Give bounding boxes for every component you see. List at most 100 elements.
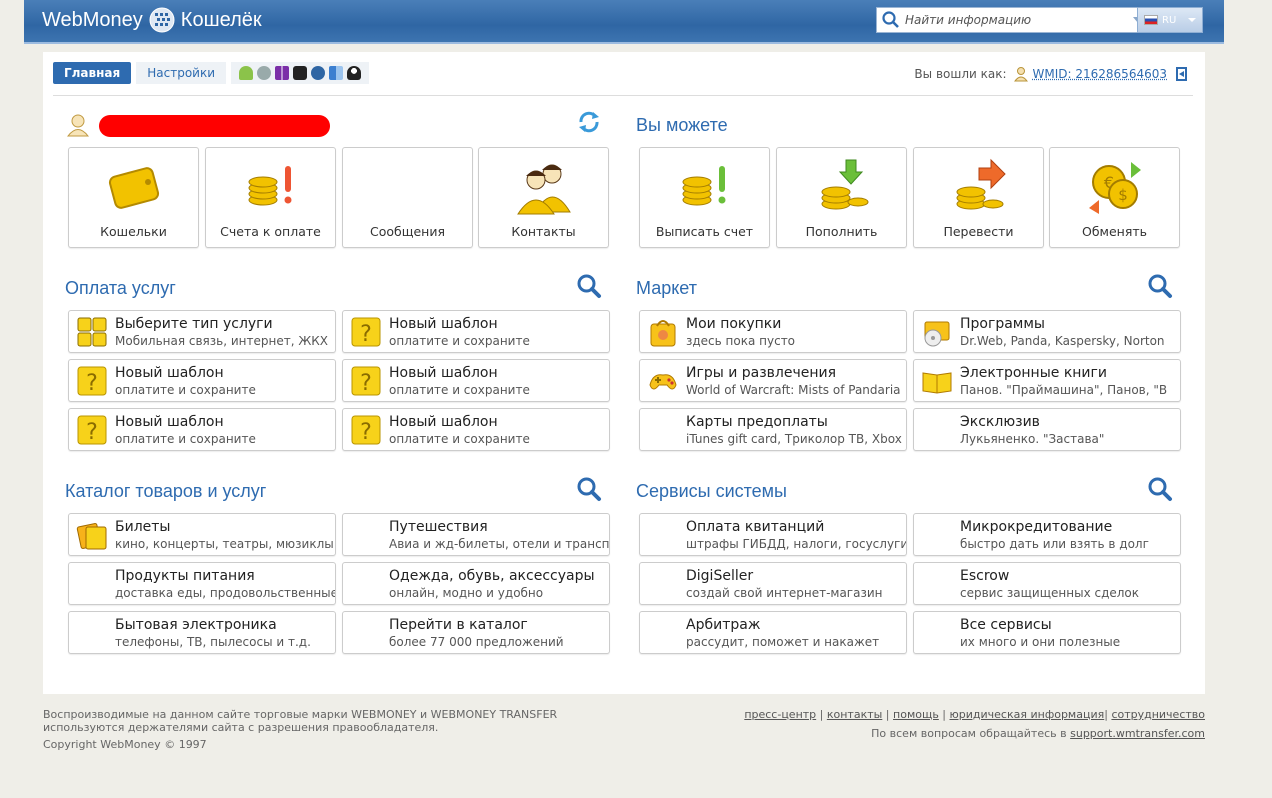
- svg-text:?: ?: [86, 420, 98, 445]
- search-icon[interactable]: [1147, 476, 1173, 502]
- list-item[interactable]: DigiSeller создай свой интернет-магазин: [639, 562, 907, 605]
- list-item-subtitle: онлайн, модно и удобно: [389, 586, 544, 600]
- list-item[interactable]: ? Новый шаблон оплатите и сохраните: [342, 408, 610, 451]
- tile-transfer[interactable]: Перевести: [913, 147, 1044, 248]
- tab-settings[interactable]: Настройки: [136, 62, 227, 84]
- refresh-icon[interactable]: [577, 110, 601, 134]
- mac-icon[interactable]: [329, 66, 344, 80]
- user-avatar-icon: [67, 114, 89, 137]
- search-icon[interactable]: [576, 476, 602, 502]
- list-item-title: Новый шаблон: [389, 316, 498, 332]
- tile-label: Контакты: [511, 224, 576, 239]
- section-title-you-can: Вы можете: [636, 115, 728, 135]
- list-item[interactable]: ? Новый шаблон оплатите и сохраните: [342, 310, 610, 353]
- list-item-title: Новый шаблон: [389, 414, 498, 430]
- list-item[interactable]: Бытовая электроника телефоны, ТВ, пылесос…: [68, 611, 336, 654]
- list-item-subtitle: Лукьяненко. "Застава": [960, 432, 1105, 446]
- list-item[interactable]: ? Новый шаблон оплатите и сохраните: [342, 359, 610, 402]
- wallet-icon: [108, 167, 159, 209]
- list-item[interactable]: Оплата квитанций штрафы ГИБДД, налоги, го…: [639, 513, 907, 556]
- footer-link-partners[interactable]: сотрудничество: [1111, 708, 1205, 721]
- footer-legal: Воспроизводимые на данном сайте торговые…: [43, 708, 603, 751]
- tile-label: Кошельки: [100, 224, 167, 239]
- list-item-subtitle: Авиа и жд-билеты, отели и транспорт: [389, 537, 610, 551]
- tile-issue-invoice[interactable]: Выписать счет: [639, 147, 770, 248]
- list-item[interactable]: Продукты питания доставка еды, продовольс…: [68, 562, 336, 605]
- logo-text-wallet: Кошелёк: [180, 8, 262, 31]
- footer-link-legal[interactable]: юридическая информация: [950, 708, 1105, 721]
- section-title-catalog: Каталог товаров и услуг: [65, 481, 267, 501]
- list-item-title: Билеты: [115, 519, 171, 535]
- list-item-subtitle: оплатите и сохраните: [115, 432, 256, 446]
- linux-icon[interactable]: [347, 66, 362, 80]
- list-item-subtitle: более 77 000 предложений: [389, 635, 564, 649]
- list-item[interactable]: Escrow сервис защищенных сделок: [913, 562, 1181, 605]
- support-label: По всем вопросам обращайтесь в: [871, 727, 1067, 740]
- tile-wallets[interactable]: Кошельки: [68, 147, 199, 248]
- list-item-subtitle: телефоны, ТВ, пылесосы и т.д.: [115, 635, 311, 649]
- list-item-subtitle: доставка еды, продовольственные: [115, 586, 336, 600]
- logout-icon[interactable]: [1175, 66, 1189, 82]
- web-icon[interactable]: [311, 66, 326, 80]
- footer-link-help[interactable]: помощь: [893, 708, 939, 721]
- tab-home[interactable]: Главная: [53, 62, 132, 84]
- list-item[interactable]: Эксклюзив Лукьяненко. "Застава": [913, 408, 1181, 451]
- exchange-coins-icon: €$: [1088, 162, 1141, 214]
- tile-messages[interactable]: Сообщения: [342, 147, 473, 248]
- list-item-subtitle: Панов. "Праймашина", Панов, "В: [960, 383, 1168, 397]
- list-item-title: Оплата квитанций: [686, 519, 825, 535]
- list-item-subtitle: оплатите и сохраните: [389, 383, 530, 397]
- tile-invoices[interactable]: Счета к оплате: [205, 147, 336, 248]
- invoice-coins-icon: [248, 166, 291, 206]
- list-item[interactable]: Мои покупки здесь пока пусто: [639, 310, 907, 353]
- support-link[interactable]: support.wmtransfer.com: [1070, 727, 1205, 740]
- svg-text:?: ?: [86, 371, 98, 396]
- top-bar: WebMoney Кошелёк Найти информацию RU: [24, 0, 1224, 44]
- tile-exchange[interactable]: € $ Обменять: [1049, 147, 1180, 248]
- search-icon[interactable]: [1147, 273, 1173, 299]
- list-item-title: Игры и развлечения: [686, 365, 837, 381]
- section-title-system: Сервисы системы: [636, 481, 787, 501]
- tile-top-up[interactable]: Пополнить: [776, 147, 907, 248]
- list-item[interactable]: Одежда, обувь, аксессуары онлайн, модно и…: [342, 562, 610, 605]
- book-icon: [922, 372, 952, 394]
- question-icon: ?: [351, 366, 381, 396]
- logo[interactable]: WebMoney Кошелёк: [42, 7, 262, 33]
- wmid-link[interactable]: WMID: 216286564603: [1033, 67, 1167, 81]
- list-item[interactable]: Карты предоплаты iTunes gift card, Трикол…: [639, 408, 907, 451]
- list-item[interactable]: Программы Dr.Web, Panda, Kaspersky, Norto…: [913, 310, 1181, 353]
- list-item-subtitle: оплатите и сохраните: [389, 432, 530, 446]
- main-panel: Главная Настройки Вы вошли как: WMID: 21…: [43, 52, 1205, 694]
- search-icon[interactable]: [576, 273, 602, 299]
- footer-link-press[interactable]: пресс-центр: [744, 708, 816, 721]
- list-item[interactable]: ? Новый шаблон оплатите и сохраните: [68, 359, 336, 402]
- tile-contacts[interactable]: Контакты: [478, 147, 609, 248]
- list-item-subtitle: здесь пока пусто: [686, 334, 796, 348]
- list-item-subtitle: создай свой интернет-магазин: [686, 586, 883, 600]
- apple-icon[interactable]: [257, 66, 272, 80]
- list-item[interactable]: Арбитраж рассудит, поможет и накажет: [639, 611, 907, 654]
- list-item[interactable]: Перейти в каталог более 77 000 предложени…: [342, 611, 610, 654]
- list-item-subtitle: кино, концерты, театры, мюзиклы: [115, 537, 334, 551]
- list-item[interactable]: Путешествия Авиа и жд-билеты, отели и тра…: [342, 513, 610, 556]
- gamepad-icon: [649, 374, 677, 390]
- blackberry-icon[interactable]: [293, 66, 308, 80]
- language-select[interactable]: RU: [1137, 7, 1203, 33]
- section-title-market: Маркет: [636, 278, 697, 298]
- list-item[interactable]: Выберите тип услуги Мобильная связь, инте…: [68, 310, 336, 353]
- list-item-subtitle: Dr.Web, Panda, Kaspersky, Norton: [960, 334, 1165, 348]
- footer-link-contacts[interactable]: контакты: [827, 708, 882, 721]
- list-item-subtitle: World of Warcraft: Mists of Pandaria: [686, 383, 901, 397]
- coins-down-arrow-icon: [821, 159, 868, 210]
- list-item[interactable]: Игры и развлечения World of Warcraft: Mis…: [639, 359, 907, 402]
- search-input[interactable]: Найти информацию: [876, 7, 1152, 33]
- list-item[interactable]: ? Новый шаблон оплатите и сохраните: [68, 408, 336, 451]
- list-item[interactable]: Билеты кино, концерты, театры, мюзиклы: [68, 513, 336, 556]
- list-item[interactable]: Все сервисы их много и они полезные: [913, 611, 1181, 654]
- windows-icon[interactable]: [275, 66, 290, 80]
- android-icon[interactable]: [239, 66, 254, 80]
- search-placeholder: Найти информацию: [905, 13, 1032, 27]
- list-item[interactable]: Электронные книги Панов. "Праймашина", Па…: [913, 359, 1181, 402]
- list-item[interactable]: Микрокредитование быстро дать или взять в…: [913, 513, 1181, 556]
- svg-text:$: $: [1118, 186, 1128, 204]
